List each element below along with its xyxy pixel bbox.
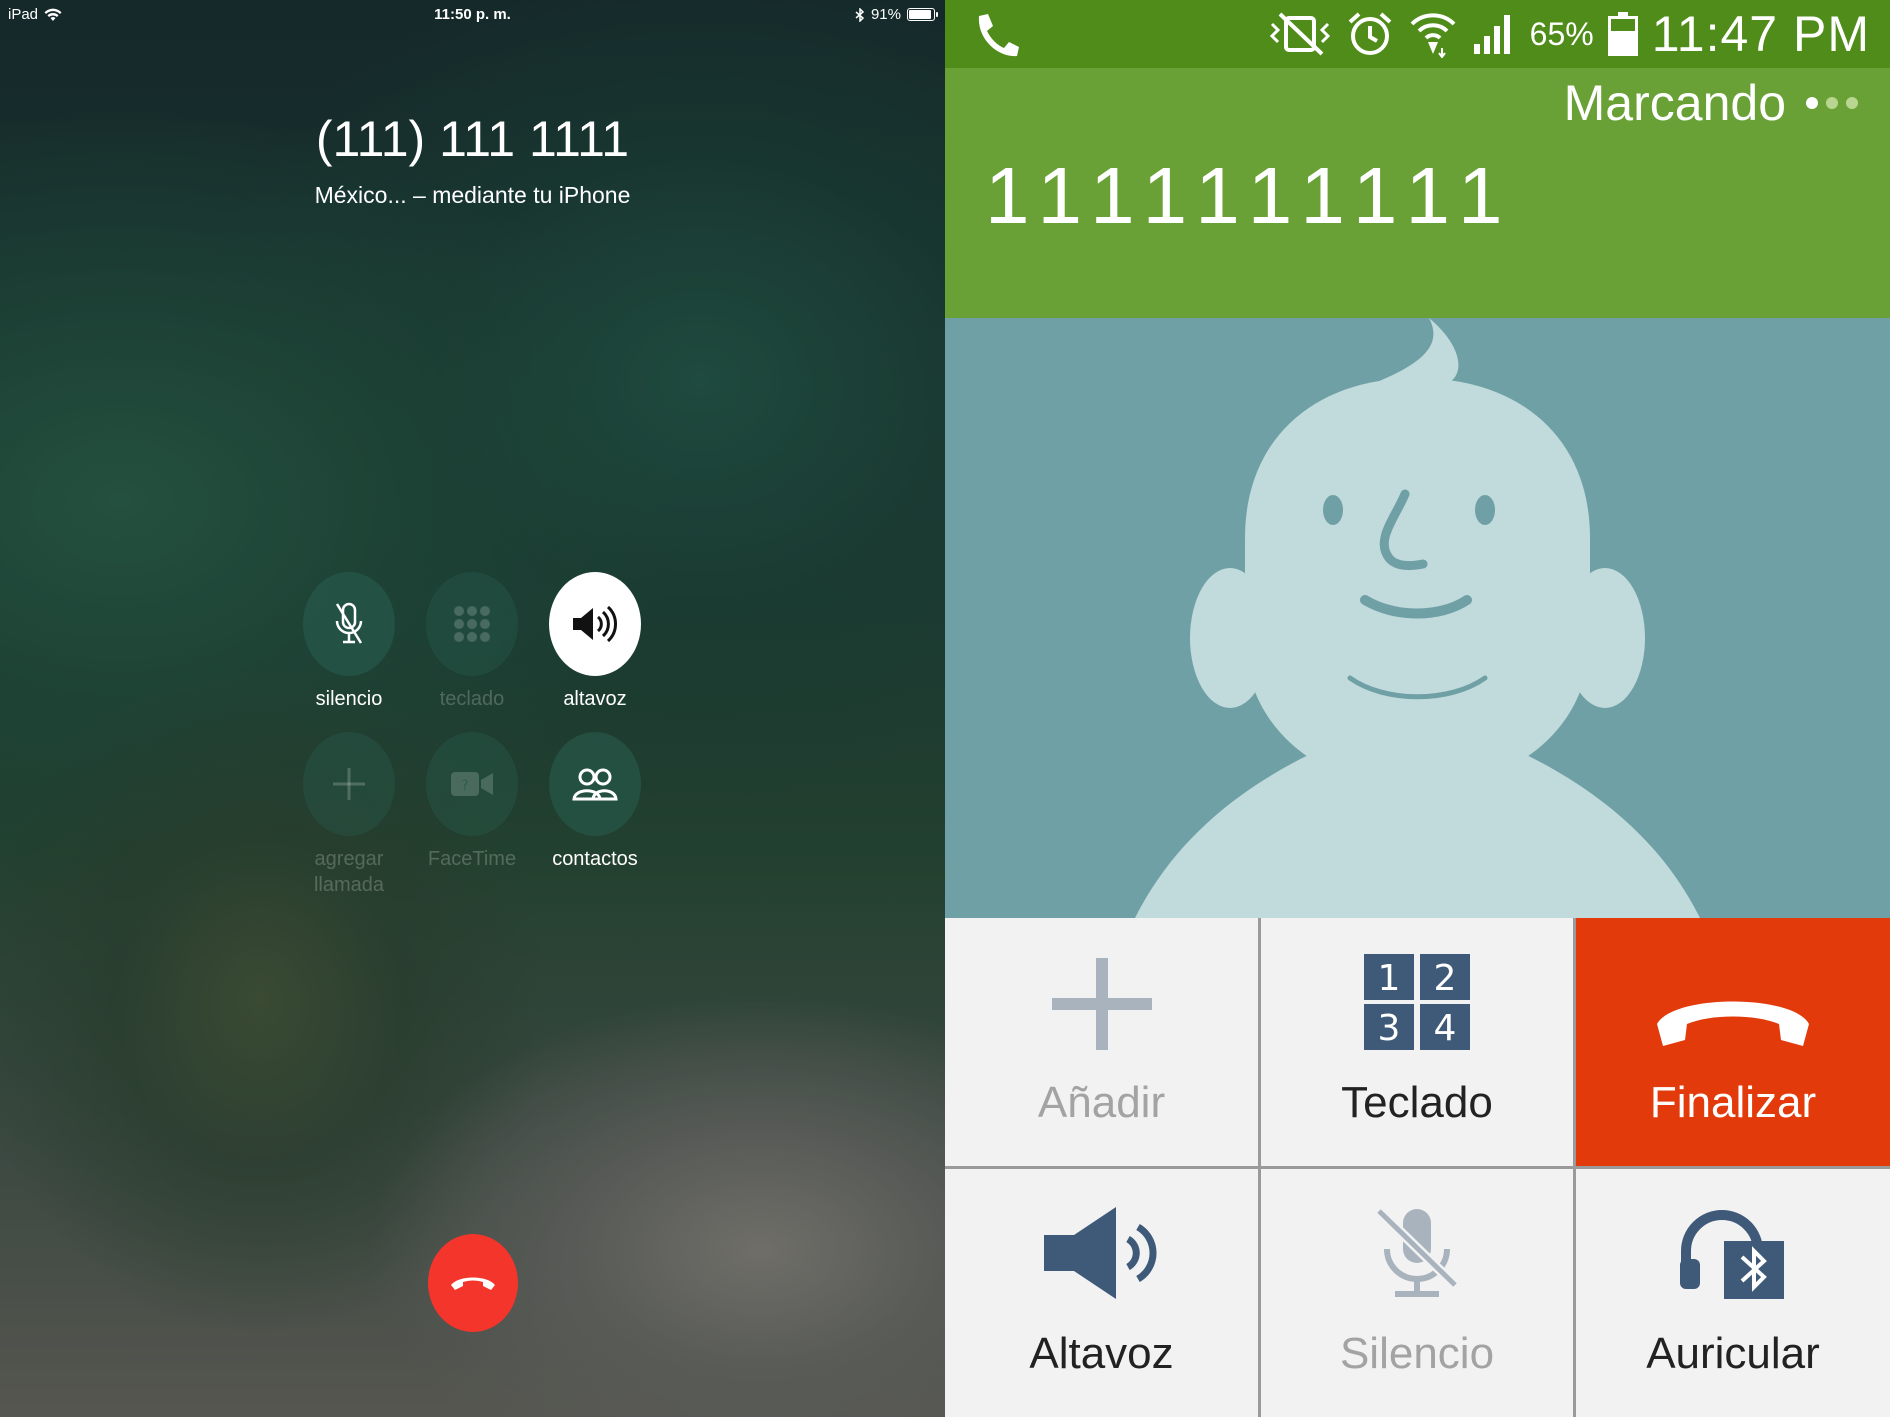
mute-button[interactable]: silencio	[287, 572, 411, 712]
speaker-icon	[1043, 1207, 1157, 1299]
facetime-button[interactable]: ? FaceTime	[410, 732, 534, 872]
speaker-label: altavoz	[563, 688, 627, 710]
add-icon	[1051, 958, 1152, 1050]
ipad-battery-percent: 91%	[870, 6, 901, 23]
add-call-label: agregar llamada	[313, 848, 385, 896]
bluetooth-headset-label: Auricular	[1646, 1329, 1820, 1378]
android-clock: 11:47 PM	[1651, 6, 1870, 62]
caller-number: (111) 111 1111	[315, 111, 630, 167]
add-call-button[interactable]: Añadir	[945, 918, 1258, 1166]
dialing-dots-icon	[1806, 97, 1858, 109]
battery-icon	[1607, 12, 1638, 56]
facetime-icon: ?	[451, 772, 493, 796]
keypad-label: teclado	[439, 688, 505, 710]
speaker-button[interactable]: altavoz	[533, 572, 657, 712]
end-call-button[interactable]: Finalizar	[1576, 918, 1890, 1166]
keypad-key-2: 2	[1434, 958, 1457, 999]
ipad-call-screen: iPad 11:50 p. m. 91% (111) 111 1111 Méxi…	[0, 0, 945, 1417]
add-call-label: Añadir	[1037, 1078, 1166, 1127]
call-state: Marcando	[1564, 74, 1858, 132]
keypad-key-4: 4	[1434, 1008, 1457, 1049]
contacts-button[interactable]: contactos	[533, 732, 657, 872]
signal-icon	[1473, 15, 1510, 54]
ipad-status-bar: iPad 11:50 p. m. 91%	[0, 0, 945, 30]
end-call-button[interactable]	[428, 1234, 518, 1332]
end-call-icon	[1657, 1001, 1809, 1046]
add-call-button[interactable]: agregar llamada	[287, 732, 411, 898]
keypad-key-1: 1	[1378, 958, 1401, 999]
phone-icon	[978, 14, 1019, 57]
mute-label: silencio	[315, 688, 383, 710]
mic-muted-icon	[1375, 1207, 1459, 1297]
speaker-label: Altavoz	[1029, 1329, 1174, 1378]
bluetooth-headset-icon	[1680, 1210, 1784, 1299]
call-state-label: Marcando	[1563, 75, 1786, 131]
ipad-clock: 11:50 p. m.	[434, 6, 511, 23]
facetime-label: FaceTime	[427, 848, 517, 870]
android-status-bar: 65% 11:47 PM	[945, 0, 1890, 68]
keypad-key-3: 3	[1378, 1008, 1401, 1049]
svg-text:?: ?	[461, 778, 468, 794]
call-actions-grid: Añadir 1 2 3 4 Teclado Finalizar Altavoz…	[945, 918, 1890, 1417]
vibrate-mute-icon	[1269, 12, 1330, 56]
default-avatar-icon	[1135, 318, 1700, 918]
add-icon	[333, 768, 365, 800]
keypad-icon: 1 2 3 4	[1364, 954, 1470, 1050]
mute-label: Silencio	[1339, 1329, 1495, 1378]
wifi-icon	[1410, 13, 1456, 58]
contacts-icon	[572, 768, 618, 801]
speaker-button[interactable]: Altavoz	[945, 1169, 1258, 1417]
bluetooth-headset-button[interactable]: Auricular	[1576, 1169, 1890, 1417]
speaker-icon	[573, 605, 618, 643]
battery-icon	[907, 8, 938, 21]
android-call-screen: 65% 11:47 PM Marcando 1111111111 Añadir …	[945, 0, 1890, 1417]
mic-muted-icon	[335, 602, 363, 644]
keypad-label: Teclado	[1341, 1078, 1493, 1127]
contact-avatar	[945, 318, 1890, 918]
mute-button[interactable]: Silencio	[1261, 1169, 1573, 1417]
keypad-button[interactable]: 1 2 3 4 Teclado	[1261, 918, 1573, 1166]
keypad-button[interactable]: teclado	[410, 572, 534, 712]
android-battery-percent: 65%	[1529, 15, 1594, 52]
keypad-icon	[454, 606, 490, 642]
bluetooth-icon	[855, 7, 865, 22]
caller-subtitle: México... – mediante tu iPhone	[314, 182, 631, 208]
end-call-icon	[451, 1277, 495, 1290]
dialed-number: 1111111111	[985, 151, 1517, 240]
contacts-label: contactos	[552, 848, 638, 870]
alarm-icon	[1348, 12, 1391, 55]
end-call-label: Finalizar	[1649, 1078, 1817, 1127]
